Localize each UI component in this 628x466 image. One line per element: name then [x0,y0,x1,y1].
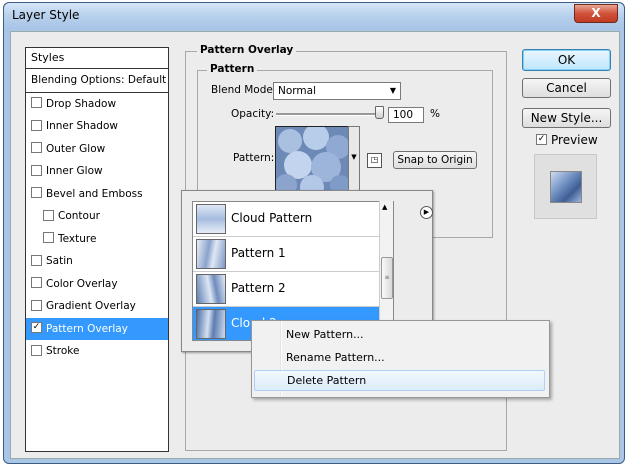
pattern-name: Cloud Pattern [231,211,313,225]
scrollbar-thumb[interactable]: ≡ [381,257,393,299]
checkmark-icon: ✓ [32,322,41,332]
new-preset-icon: ◳ [370,155,379,164]
pattern-label: Pattern: [233,152,275,164]
snap-to-origin-button[interactable]: Snap to Origin [393,151,477,169]
pattern-item-pattern-1[interactable]: Pattern 1 [193,237,393,272]
cancel-button[interactable]: Cancel [522,78,611,98]
style-item-pattern-overlay[interactable]: ✓ Pattern Overlay [26,317,168,340]
pattern-item-cloud-pattern[interactable]: Cloud Pattern [193,202,393,237]
pattern-subgroup-title: Pattern [207,63,258,75]
style-label: Texture [58,232,97,245]
style-label: Color Overlay [46,277,118,290]
menu-item-new-pattern[interactable]: New Pattern... [254,324,545,345]
pattern-overlay-title: Pattern Overlay [197,44,297,56]
style-label: Inner Shadow [46,120,118,132]
blend-mode-label: Blend Mode: [211,84,277,96]
blending-options-item[interactable]: Blending Options: Default [26,69,168,93]
style-item-drop-shadow[interactable]: Drop Shadow [26,93,168,116]
preview-label: Preview [551,133,598,147]
menu-item-rename-pattern[interactable]: Rename Pattern... [254,347,545,368]
preview-box [534,154,597,219]
pattern-name: Pattern 1 [231,246,286,260]
checkbox-satin[interactable] [31,254,42,266]
style-item-color-overlay[interactable]: Color Overlay [26,273,168,296]
styles-list: Styles Blending Options: Default Drop Sh… [25,47,169,452]
style-item-bevel-emboss[interactable]: Bevel and Emboss [26,183,168,206]
new-style-button[interactable]: New Style... [522,108,611,128]
style-item-stroke[interactable]: Stroke [26,340,168,363]
dialog-body: Styles Blending Options: Default Drop Sh… [10,31,620,459]
window-title: Layer Style [12,8,80,22]
checkbox-drop-shadow[interactable] [31,97,42,108]
style-label: Pattern Overlay [46,322,128,335]
close-icon: X [591,6,601,20]
flyout-arrow-icon[interactable]: ▶ [420,206,433,219]
opacity-label: Opacity: [231,108,275,120]
scroll-up-icon[interactable]: ▲ [382,203,387,211]
preview-toggle[interactable]: ✓ Preview [536,133,598,147]
close-button[interactable]: X [574,4,618,23]
preview-checkbox[interactable]: ✓ [536,134,547,145]
style-item-inner-shadow[interactable]: Inner Shadow [26,115,168,138]
checkbox-inner-shadow[interactable] [31,119,42,131]
chevron-down-icon: ▼ [351,153,357,161]
new-preset-button[interactable]: ◳ [367,153,382,168]
pattern-swatch[interactable] [275,126,349,194]
style-label: Gradient Overlay [46,300,136,312]
checkbox-texture[interactable] [43,232,54,243]
pattern-thumbnail-icon [196,274,226,304]
pattern-dropdown-button[interactable]: ▼ [348,126,360,192]
menu-item-delete-pattern[interactable]: Delete Pattern [254,370,545,391]
ok-button[interactable]: OK [522,49,611,71]
title-bar: Layer Style X [4,3,624,29]
style-label: Inner Glow [46,165,103,177]
pattern-item-pattern-2[interactable]: Pattern 2 [193,272,393,307]
style-label: Drop Shadow [46,97,117,110]
opacity-input[interactable]: 100 [388,107,424,123]
checkbox-gradient-overlay[interactable] [31,299,42,311]
pattern-thumbnail-icon [196,309,226,339]
checkbox-contour[interactable] [43,209,54,221]
style-item-texture[interactable]: Texture [26,228,168,251]
blend-mode-value: Normal [278,85,316,97]
style-item-gradient-overlay[interactable]: Gradient Overlay [26,295,168,318]
checkbox-bevel-emboss[interactable] [31,187,42,198]
cloud-thumbnail-icon [196,204,226,234]
layer-style-dialog: Layer Style X Styles Blending Options: D… [3,2,625,464]
checkmark-icon: ✓ [537,134,546,144]
checkbox-color-overlay[interactable] [31,277,42,288]
preview-thumbnail [550,171,582,203]
pattern-context-menu: New Pattern... Rename Pattern... Delete … [251,320,550,398]
chevron-down-icon: ▼ [389,86,396,95]
blend-mode-select[interactable]: Normal ▼ [273,82,401,100]
style-label: Stroke [46,345,80,357]
style-item-contour[interactable]: Contour [26,205,168,228]
style-label: Bevel and Emboss [46,187,143,200]
checkbox-pattern-overlay[interactable]: ✓ [31,322,42,333]
opacity-slider-thumb[interactable] [375,106,384,119]
style-item-inner-glow[interactable]: Inner Glow [26,160,168,183]
style-label: Contour [58,210,100,222]
checkbox-stroke[interactable] [31,344,42,356]
style-label: Outer Glow [46,142,106,155]
pattern-thumbnail-icon [196,239,226,269]
cloud-pattern-icon [276,127,348,193]
style-label: Satin [46,255,73,267]
pattern-list-scrollbar[interactable]: ▲ ≡ [379,201,393,339]
checkbox-outer-glow[interactable] [31,142,42,153]
pattern-name: Pattern 2 [231,281,286,295]
style-item-outer-glow[interactable]: Outer Glow [26,138,168,161]
opacity-unit: % [430,108,440,120]
styles-header[interactable]: Styles [26,48,168,69]
checkbox-inner-glow[interactable] [31,164,42,176]
style-item-satin[interactable]: Satin [26,250,168,273]
opacity-slider[interactable] [276,113,382,116]
